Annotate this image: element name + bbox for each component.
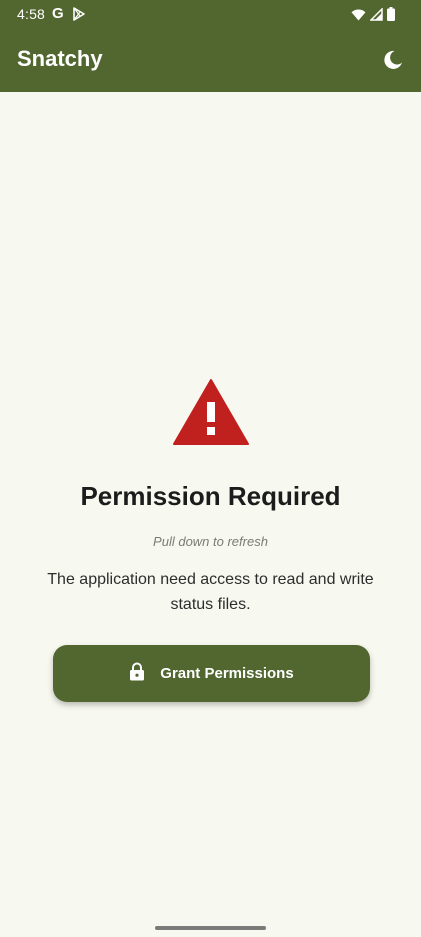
status-time: 4:58 — [17, 6, 46, 22]
warning-triangle-icon — [172, 378, 250, 446]
lock-icon — [129, 662, 145, 686]
battery-icon — [387, 7, 395, 26]
home-indicator[interactable] — [155, 926, 266, 930]
wifi-icon — [351, 8, 366, 26]
google-g-icon: G — [52, 5, 64, 22]
status-bar: 4:58 G — [0, 0, 421, 28]
permission-description: The application need access to read and … — [47, 571, 374, 613]
grant-permissions-label: Grant Permissions — [160, 665, 294, 682]
signal-icon — [369, 6, 383, 26]
page-title: Permission Required — [80, 481, 341, 511]
theme-toggle-button[interactable] — [381, 48, 405, 72]
status-icons — [351, 6, 395, 26]
moon-icon — [381, 50, 405, 76]
app-top-bar: 4:58 G Snatchy — [0, 0, 421, 92]
permission-screen[interactable]: Permission Required Pull down to refresh… — [0, 92, 421, 937]
app-title: Snatchy — [17, 46, 103, 71]
play-store-icon — [72, 7, 86, 26]
grant-permissions-button[interactable]: Grant Permissions — [53, 645, 370, 702]
refresh-hint: Pull down to refresh — [153, 534, 268, 549]
